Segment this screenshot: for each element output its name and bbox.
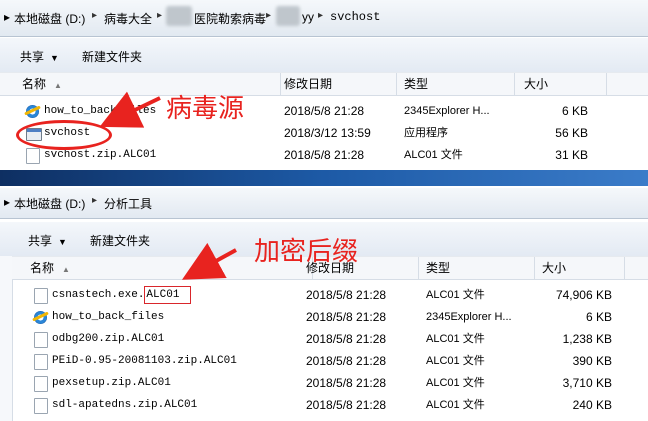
column-type[interactable]: 类型: [420, 257, 535, 279]
file-date: 2018/5/8 21:28: [306, 310, 387, 324]
breadcrumb-chevron-icon[interactable]: ▸: [318, 10, 323, 21]
file-name-base: csnastech.exe.: [52, 289, 145, 301]
file-type: ALC01 文件: [426, 289, 485, 301]
file-date: 2018/5/8 21:28: [306, 354, 387, 368]
generic-file-icon: [34, 354, 48, 370]
file-date: 2018/5/8 21:28: [306, 376, 387, 390]
file-date: 2018/5/8 21:28: [306, 398, 387, 412]
share-label: 共享: [20, 50, 45, 64]
breadcrumb-drive[interactable]: 本地磁盘 (D:): [14, 10, 85, 27]
file-row[interactable]: how_to_back_files 2018/5/8 21:28 2345Explo…: [0, 100, 648, 122]
breadcrumb-folder-yy[interactable]: yy: [302, 10, 314, 24]
file-type: ALC01 文件: [426, 355, 485, 367]
column-size[interactable]: 大小: [536, 257, 625, 279]
file-type: ALC01 文件: [426, 377, 485, 389]
file-row[interactable]: odbg200.zip.ALC01 2018/5/8 21:28 ALC01 文件 1…: [12, 328, 648, 350]
file-date: 2018/5/8 21:28: [284, 104, 365, 118]
new-folder-button[interactable]: 新建文件夹: [90, 232, 150, 249]
file-name: odbg200.zip.ALC01: [52, 333, 165, 345]
file-type: ALC01 文件: [404, 149, 463, 161]
file-type: ALC01 文件: [426, 333, 485, 345]
file-size: 74,906 KB: [555, 288, 612, 302]
generic-file-icon: [26, 148, 40, 164]
file-size: 6 KB: [585, 310, 612, 324]
file-size: 6 KB: [561, 104, 588, 118]
file-size: 240 KB: [572, 398, 612, 412]
file-size: 390 KB: [572, 354, 612, 368]
file-name: csnastech.exe. ALC01: [52, 284, 192, 306]
column-name-label: 名称: [30, 261, 55, 275]
redacted-blur: [166, 6, 192, 26]
highlight-svchost-ellipse: [16, 120, 112, 150]
column-name-label: 名称: [22, 77, 47, 91]
file-row[interactable]: svchost.zip.ALC01 2018/5/8 21:28 ALC01 文件 3…: [0, 144, 648, 166]
file-type: ALC01 文件: [426, 399, 485, 411]
generic-file-icon: [34, 398, 48, 414]
breadcrumb-chevron-icon[interactable]: ▸: [157, 10, 162, 21]
file-row[interactable]: csnastech.exe. ALC01 2018/5/8 21:28 ALC01 文…: [12, 284, 648, 306]
generic-file-icon: [34, 332, 48, 348]
breadcrumb-folder-tools[interactable]: 分析工具: [104, 195, 152, 212]
toolbar-top: 共享 ▼ 新建文件夹: [0, 38, 648, 73]
breadcrumb-chevron-icon[interactable]: ▸: [266, 10, 271, 21]
breadcrumb-arrow-icon[interactable]: ▸: [4, 10, 10, 24]
file-row[interactable]: sdl-apatedns.zip.ALC01 2018/5/8 21:28 ALC0…: [12, 394, 648, 416]
file-type: 应用程序: [404, 127, 448, 139]
file-name: how_to_back_files: [52, 311, 165, 323]
file-type: 2345Explorer H...: [404, 105, 490, 117]
breadcrumb-folder-hospital[interactable]: 医院勒索病毒: [194, 10, 266, 27]
annotation-virus-source: 病毒源: [166, 94, 245, 124]
file-date: 2018/5/8 21:28: [306, 332, 387, 346]
file-size: 3,710 KB: [562, 376, 612, 390]
encrypted-extension: ALC01: [144, 284, 192, 306]
breadcrumb-drive[interactable]: 本地磁盘 (D:): [14, 195, 85, 212]
breadcrumb-arrow-icon[interactable]: ▸: [4, 195, 10, 209]
file-row[interactable]: PEiD-0.95-20081103.zip.ALC01 2018/5/8 21:…: [12, 350, 648, 372]
dropdown-arrow-icon: ▼: [50, 53, 59, 63]
file-row[interactable]: pexsetup.zip.ALC01 2018/5/8 21:28 ALC01 文件…: [12, 372, 648, 394]
generic-file-icon: [34, 288, 48, 304]
column-type[interactable]: 类型: [398, 73, 515, 95]
file-date: 2018/5/8 21:28: [306, 288, 387, 302]
file-name: pexsetup.zip.ALC01: [52, 377, 171, 389]
file-row[interactable]: how_to_back_files 2018/5/8 21:28 2345Explo…: [12, 306, 648, 328]
share-button[interactable]: 共享 ▼: [28, 232, 67, 249]
file-size: 1,238 KB: [562, 332, 612, 346]
browser-html-icon: [34, 311, 47, 324]
share-button[interactable]: 共享 ▼: [20, 48, 59, 65]
highlight-extension-box: [144, 286, 192, 304]
redacted-blur: [276, 6, 300, 26]
file-name: PEiD-0.95-20081103.zip.ALC01: [52, 355, 237, 367]
share-label: 共享: [28, 234, 53, 248]
file-date: 2018/3/12 13:59: [284, 126, 371, 140]
file-size: 56 KB: [555, 126, 588, 140]
new-folder-button[interactable]: 新建文件夹: [82, 48, 142, 65]
sort-ascending-icon: ▲: [54, 81, 62, 90]
dropdown-arrow-icon: ▼: [58, 237, 67, 247]
column-size[interactable]: 大小: [518, 73, 607, 95]
file-date: 2018/5/8 21:28: [284, 148, 365, 162]
window-divider: [0, 170, 648, 186]
column-date[interactable]: 修改日期: [278, 73, 397, 95]
generic-file-icon: [34, 376, 48, 392]
address-bar-top[interactable]: ▸ 本地磁盘 (D:) ▸ 病毒大全 ▸ 医院勒索病毒 ▸ yy ▸ svcho…: [0, 0, 648, 37]
breadcrumb-folder-virus[interactable]: 病毒大全: [104, 10, 152, 27]
address-bar-bottom[interactable]: ▸ 本地磁盘 (D:) ▸ 分析工具: [0, 188, 648, 219]
browser-html-icon: [26, 105, 39, 118]
breadcrumb-chevron-icon[interactable]: ▸: [92, 10, 97, 21]
annotation-encrypted-suffix: 加密后缀: [254, 237, 359, 267]
breadcrumb-chevron-icon[interactable]: ▸: [92, 195, 97, 206]
sort-ascending-icon: ▲: [62, 265, 70, 274]
file-name: how_to_back_files: [44, 105, 157, 117]
file-size: 31 KB: [555, 148, 588, 162]
column-header-top: 名称 ▲ 修改日期 类型 大小: [0, 72, 648, 96]
file-type: 2345Explorer H...: [426, 311, 512, 323]
breadcrumb-folder-svchost[interactable]: svchost: [330, 10, 380, 24]
file-name: sdl-apatedns.zip.ALC01: [52, 399, 198, 411]
